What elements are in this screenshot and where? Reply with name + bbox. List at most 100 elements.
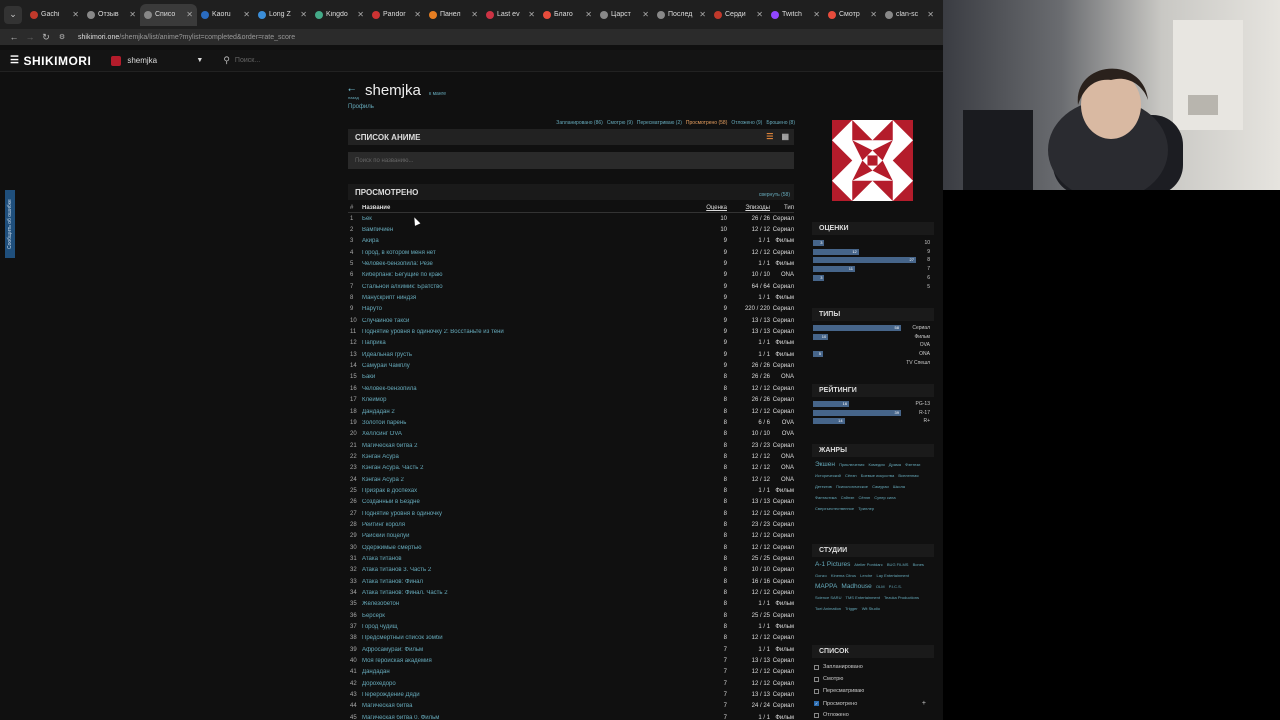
close-icon[interactable]: ✕ <box>756 10 763 19</box>
browser-tab[interactable]: Отзыв ✕ <box>83 4 140 26</box>
checkbox[interactable] <box>814 664 819 670</box>
list-filter-4[interactable]: Отложено <box>814 712 932 718</box>
status-link[interactable]: Пересматриваю (2) <box>637 120 682 126</box>
genre-tag[interactable]: Комедия <box>868 462 884 467</box>
studio-tag[interactable]: MAPPA <box>815 583 837 590</box>
close-icon[interactable]: ✕ <box>186 10 193 19</box>
col-title[interactable]: Название <box>362 205 682 211</box>
checkbox[interactable] <box>814 688 819 694</box>
anime-title-link[interactable]: Акира <box>362 238 682 244</box>
browser-tab[interactable]: Благо ✕ <box>539 4 596 26</box>
browser-tab[interactable]: Списо ✕ <box>140 3 197 26</box>
browser-tab[interactable]: Kingdo ✕ <box>311 4 368 26</box>
genre-tag[interactable]: Приключения <box>839 462 864 467</box>
studio-tag[interactable]: Kinema Citrus <box>831 573 856 578</box>
close-icon[interactable]: ✕ <box>357 10 364 19</box>
anime-title-link[interactable]: Дандадан <box>362 669 682 675</box>
anime-title-link[interactable]: Случайное такси <box>362 318 682 324</box>
anime-title-link[interactable]: Кэнган Асура. Часть 2 <box>362 465 682 471</box>
anime-title-link[interactable]: Хеллсинг OVA <box>362 431 682 437</box>
anime-title-link[interactable]: Поднятие уровня в одиночку <box>362 511 682 517</box>
anime-title-link[interactable]: Атака титанов: Финал <box>362 579 682 585</box>
studio-tag[interactable]: P.I.C.S. <box>889 584 902 589</box>
anime-title-link[interactable]: Перерождение Дяди <box>362 692 682 698</box>
close-icon[interactable]: ✕ <box>870 10 877 19</box>
studio-tag[interactable]: OLM <box>876 584 885 589</box>
genre-tag[interactable]: Школа <box>893 484 905 489</box>
user-menu[interactable]: shemjka ▼ <box>111 55 203 66</box>
anime-title-link[interactable]: Атака титанов 3. Часть 2 <box>362 567 682 573</box>
anime-title-link[interactable]: Баки <box>362 374 682 380</box>
close-icon[interactable]: ✕ <box>642 10 649 19</box>
checkbox[interactable]: ✓ <box>814 701 819 706</box>
close-icon[interactable]: ✕ <box>585 10 592 19</box>
list-filter-0[interactable]: Запланировано <box>814 664 932 670</box>
browser-tab[interactable]: Смотр ✕ <box>824 4 881 26</box>
tab-search-icon[interactable]: ⌄ <box>4 5 22 24</box>
anime-title-link[interactable]: Рейтинг короля <box>362 522 682 528</box>
studio-tag[interactable]: Lerche <box>860 573 872 578</box>
anime-title-link[interactable]: Манускрипт ниндзя <box>362 295 682 301</box>
list-view-icon[interactable]: ☰ <box>766 132 773 141</box>
status-link[interactable]: Просмотрено (58) <box>686 120 727 126</box>
genre-tag[interactable]: Сверхъестественное <box>815 506 854 511</box>
type-bar[interactable]: 5 <box>813 351 823 358</box>
close-icon[interactable]: ✕ <box>72 10 79 19</box>
close-icon[interactable]: ✕ <box>699 10 706 19</box>
anime-title-link[interactable]: Магическая битва 0. Фильм <box>362 715 682 720</box>
site-info-icon[interactable]: ⚙ <box>54 33 70 41</box>
score-bar[interactable]: 3 <box>813 240 825 246</box>
anime-title-link[interactable]: Магическая битва 2 <box>362 443 682 449</box>
anime-title-link[interactable]: Золотой парень <box>362 420 682 426</box>
anime-title-link[interactable]: Самурай Чамплу <box>362 363 682 369</box>
score-bar[interactable]: 12 <box>813 248 859 255</box>
col-type[interactable]: Тип <box>770 205 794 211</box>
anime-title-link[interactable]: Предсмертный список зомби <box>362 635 682 641</box>
anime-title-link[interactable]: Город чудищ <box>362 624 682 630</box>
anime-title-link[interactable]: Созданный в Бездне <box>362 499 682 505</box>
filter-input[interactable]: Поиск по названию... <box>348 152 794 169</box>
studio-tag[interactable]: Wit Studio <box>862 606 880 611</box>
anime-title-link[interactable]: Человек-бензопила: Резе <box>362 261 682 267</box>
browser-tab[interactable]: Last ev ✕ <box>482 4 539 26</box>
browser-tab[interactable]: Long Z ✕ <box>254 4 311 26</box>
to-manga-link[interactable]: к манге <box>429 91 446 97</box>
user-avatar-large[interactable] <box>832 120 913 201</box>
forward-icon[interactable]: → <box>22 32 38 42</box>
anime-title-link[interactable]: Стальной алхимик: Братство <box>362 284 682 290</box>
browser-tab[interactable]: Gachi ✕ <box>26 4 83 26</box>
studio-tag[interactable]: Trigger <box>845 606 858 611</box>
studio-tag[interactable]: A-1 Pictures <box>815 561 850 568</box>
anime-title-link[interactable]: Город, в котором меня нет <box>362 250 682 256</box>
anime-title-link[interactable]: Кэнган Асура 2 <box>362 477 682 483</box>
anime-title-link[interactable]: Атака титанов <box>362 556 682 562</box>
status-link[interactable]: Отложено (9) <box>731 120 762 126</box>
close-icon[interactable]: ✕ <box>414 10 421 19</box>
close-icon[interactable]: ✕ <box>528 10 535 19</box>
genre-tag[interactable]: Самураи <box>872 484 889 489</box>
score-bar[interactable]: 27 <box>813 257 916 264</box>
report-error-tab[interactable]: Сообщить об ошибке <box>5 190 15 258</box>
anime-title-link[interactable]: Вампичиен <box>362 227 682 233</box>
anime-title-link[interactable]: Призрак в доспехах <box>362 488 682 494</box>
search-input[interactable]: Поиск... <box>235 57 260 64</box>
studio-tag[interactable]: Bones <box>913 562 924 567</box>
list-filter-2[interactable]: Пересматриваю <box>814 688 932 694</box>
close-icon[interactable]: ✕ <box>813 10 820 19</box>
genre-tag[interactable]: Фэнтези <box>905 462 920 467</box>
anime-title-link[interactable]: Берсерк <box>362 613 682 619</box>
anime-title-link[interactable]: Афросамурай: Фильм <box>362 647 682 653</box>
site-search[interactable]: ⚲ Поиск... <box>223 55 260 66</box>
url-field[interactable]: shikimori.one/shemjka/list/anime?mylist=… <box>78 34 295 41</box>
studio-tag[interactable]: Toei Animation <box>815 606 841 611</box>
type-bar[interactable]: 58 <box>813 325 901 331</box>
browser-tab[interactable]: Послед ✕ <box>653 4 710 26</box>
anime-title-link[interactable]: Дандадан 2 <box>362 409 682 415</box>
anime-title-link[interactable]: Поднятие уровня в одиночку 2: Восстаньте… <box>362 329 682 335</box>
back-icon[interactable]: ← <box>6 32 22 42</box>
profile-link[interactable]: Профиль <box>348 104 374 110</box>
browser-tab[interactable]: Серди ✕ <box>710 4 767 26</box>
col-episodes[interactable]: Эпизоды <box>727 205 770 211</box>
studio-tag[interactable]: Tezuka Productions <box>884 595 919 600</box>
score-bar[interactable]: 3 <box>813 274 825 281</box>
